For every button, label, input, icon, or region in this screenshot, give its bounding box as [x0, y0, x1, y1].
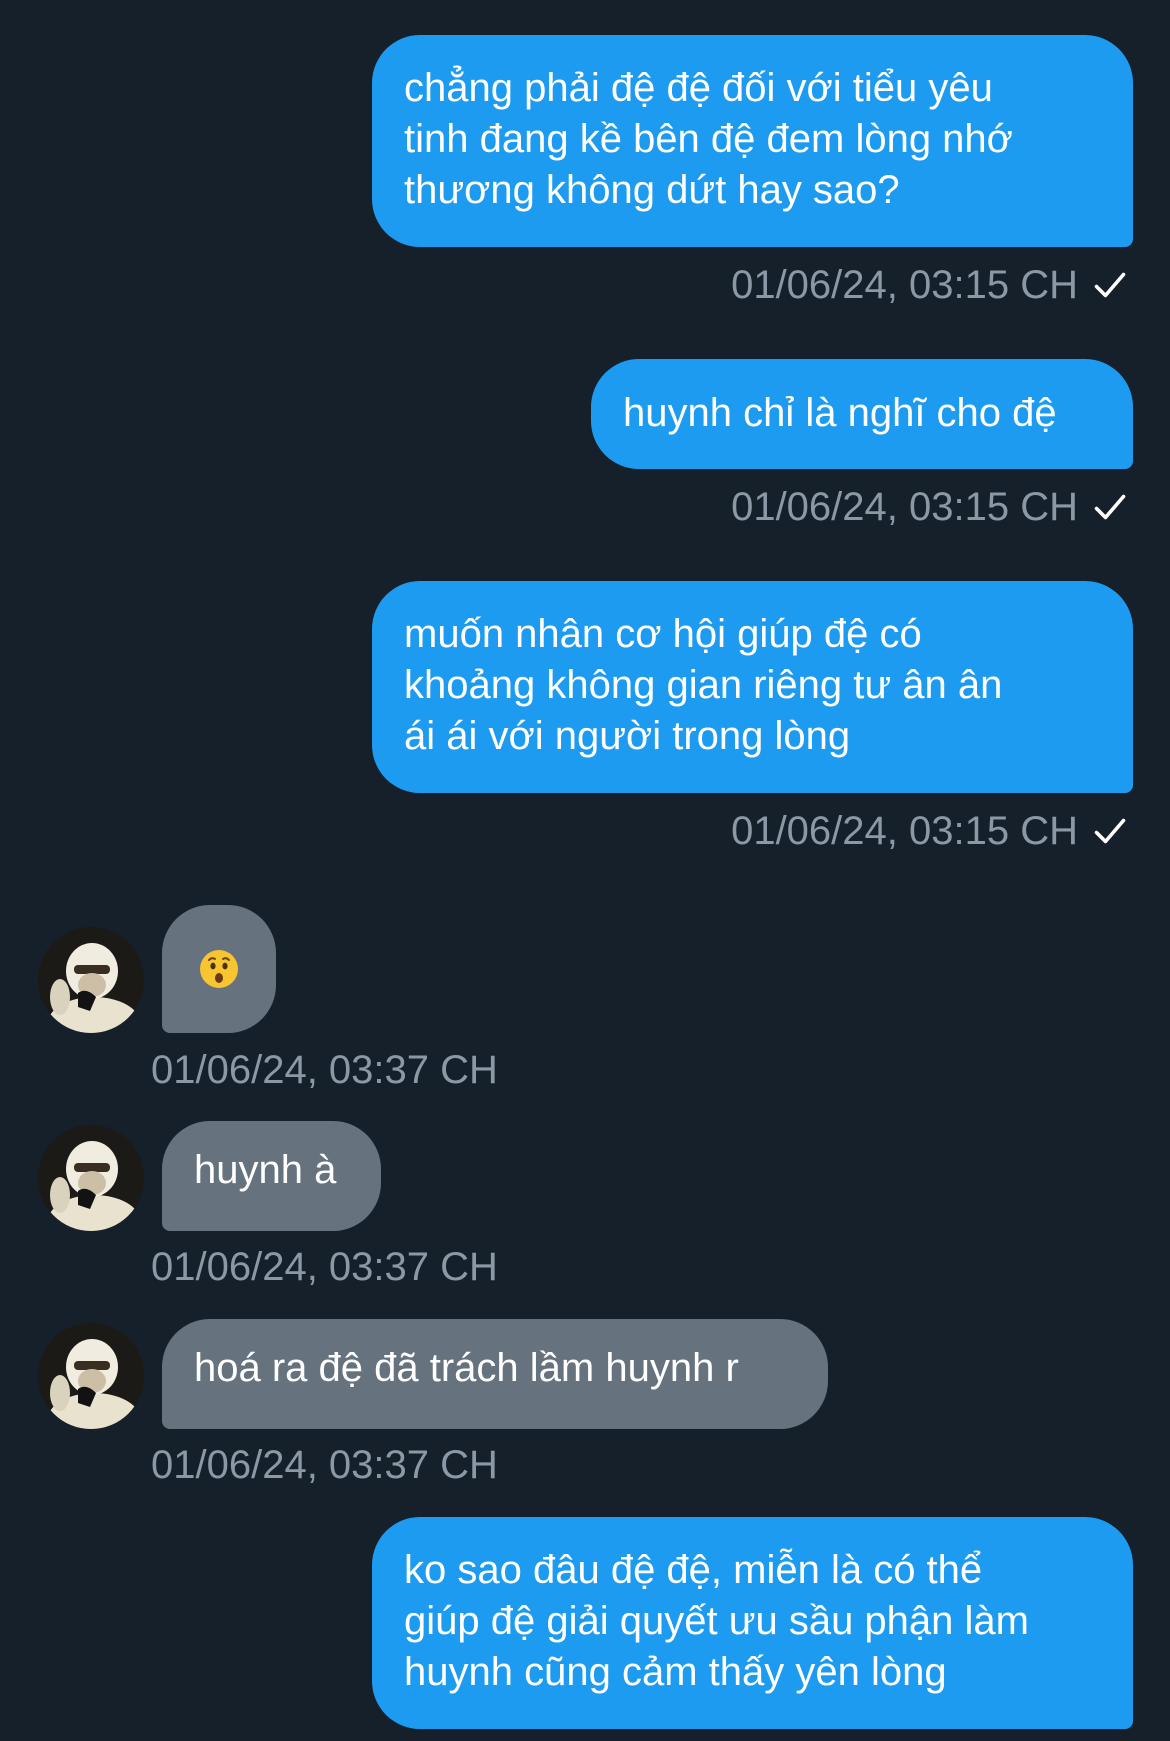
avatar[interactable] — [38, 927, 144, 1033]
message-text-line: chẳng phải đệ đệ đối với tiểu yêu — [404, 66, 993, 110]
avatar-photo — [38, 1125, 144, 1231]
avatar-photo — [38, 927, 144, 1033]
message-text-line: khoảng không gian riêng tư ân ân — [404, 663, 1003, 707]
message-text-line: giúp đệ giải quyết ưu sầu phận làm — [404, 1599, 1029, 1643]
message-timestamp: 01/06/24, 03:15 CH — [731, 262, 1078, 307]
message-text-line: huynh à — [194, 1148, 337, 1192]
outgoing-message-bubble[interactable]: huynh chỉ là nghĩ cho đệ — [591, 359, 1133, 469]
message-text-line: thương không dứt hay sao? — [404, 168, 900, 212]
message-meta: 01/06/24, 03:15 CH — [731, 261, 1128, 309]
incoming-message-bubble[interactable]: huynh à — [162, 1121, 381, 1231]
check-icon — [1094, 272, 1126, 298]
message-text-line: hoá ra đệ đã trách lầm huynh r — [194, 1346, 739, 1390]
check-icon — [1094, 818, 1126, 844]
hushed-face-emoji — [200, 950, 238, 988]
message-timestamp: 01/06/24, 03:15 CH — [731, 808, 1078, 853]
message-timestamp: 01/06/24, 03:37 CH — [151, 1245, 498, 1289]
message-text-line: huynh chỉ là nghĩ cho đệ — [623, 391, 1057, 435]
message-text-line: ái ái với người trong lòng — [404, 714, 851, 758]
avatar-photo — [38, 1323, 144, 1429]
message-text-line: muốn nhân cơ hội giúp đệ có — [404, 612, 922, 656]
message-text-line: tinh đang kề bên đệ đem lòng nhớ — [404, 117, 1013, 161]
incoming-message-bubble[interactable]: hoá ra đệ đã trách lầm huynh r — [162, 1319, 828, 1429]
message-meta: 01/06/24, 03:15 CH — [731, 807, 1128, 855]
avatar[interactable] — [38, 1125, 144, 1231]
message-text-line: huynh cũng cảm thấy yên lòng — [404, 1650, 947, 1694]
message-meta: 01/06/24, 03:15 CH — [731, 483, 1128, 531]
message-text-line: ko sao đâu đệ đệ, miễn là có thể — [404, 1548, 983, 1592]
message-timestamp: 01/06/24, 03:37 CH — [151, 1048, 498, 1092]
outgoing-message-bubble[interactable]: ko sao đâu đệ đệ, miễn là có thể giúp đệ… — [372, 1517, 1133, 1729]
incoming-message-bubble[interactable] — [162, 905, 276, 1033]
message-timestamp: 01/06/24, 03:15 CH — [731, 484, 1078, 529]
outgoing-message-bubble[interactable]: muốn nhân cơ hội giúp đệ có khoảng không… — [372, 581, 1133, 793]
check-icon — [1094, 494, 1126, 520]
message-timestamp: 01/06/24, 03:37 CH — [151, 1443, 498, 1487]
outgoing-message-bubble[interactable]: chẳng phải đệ đệ đối với tiểu yêu tinh đ… — [372, 35, 1133, 247]
avatar[interactable] — [38, 1323, 144, 1429]
message-thread[interactable]: chẳng phải đệ đệ đối với tiểu yêu tinh đ… — [0, 0, 1170, 1741]
